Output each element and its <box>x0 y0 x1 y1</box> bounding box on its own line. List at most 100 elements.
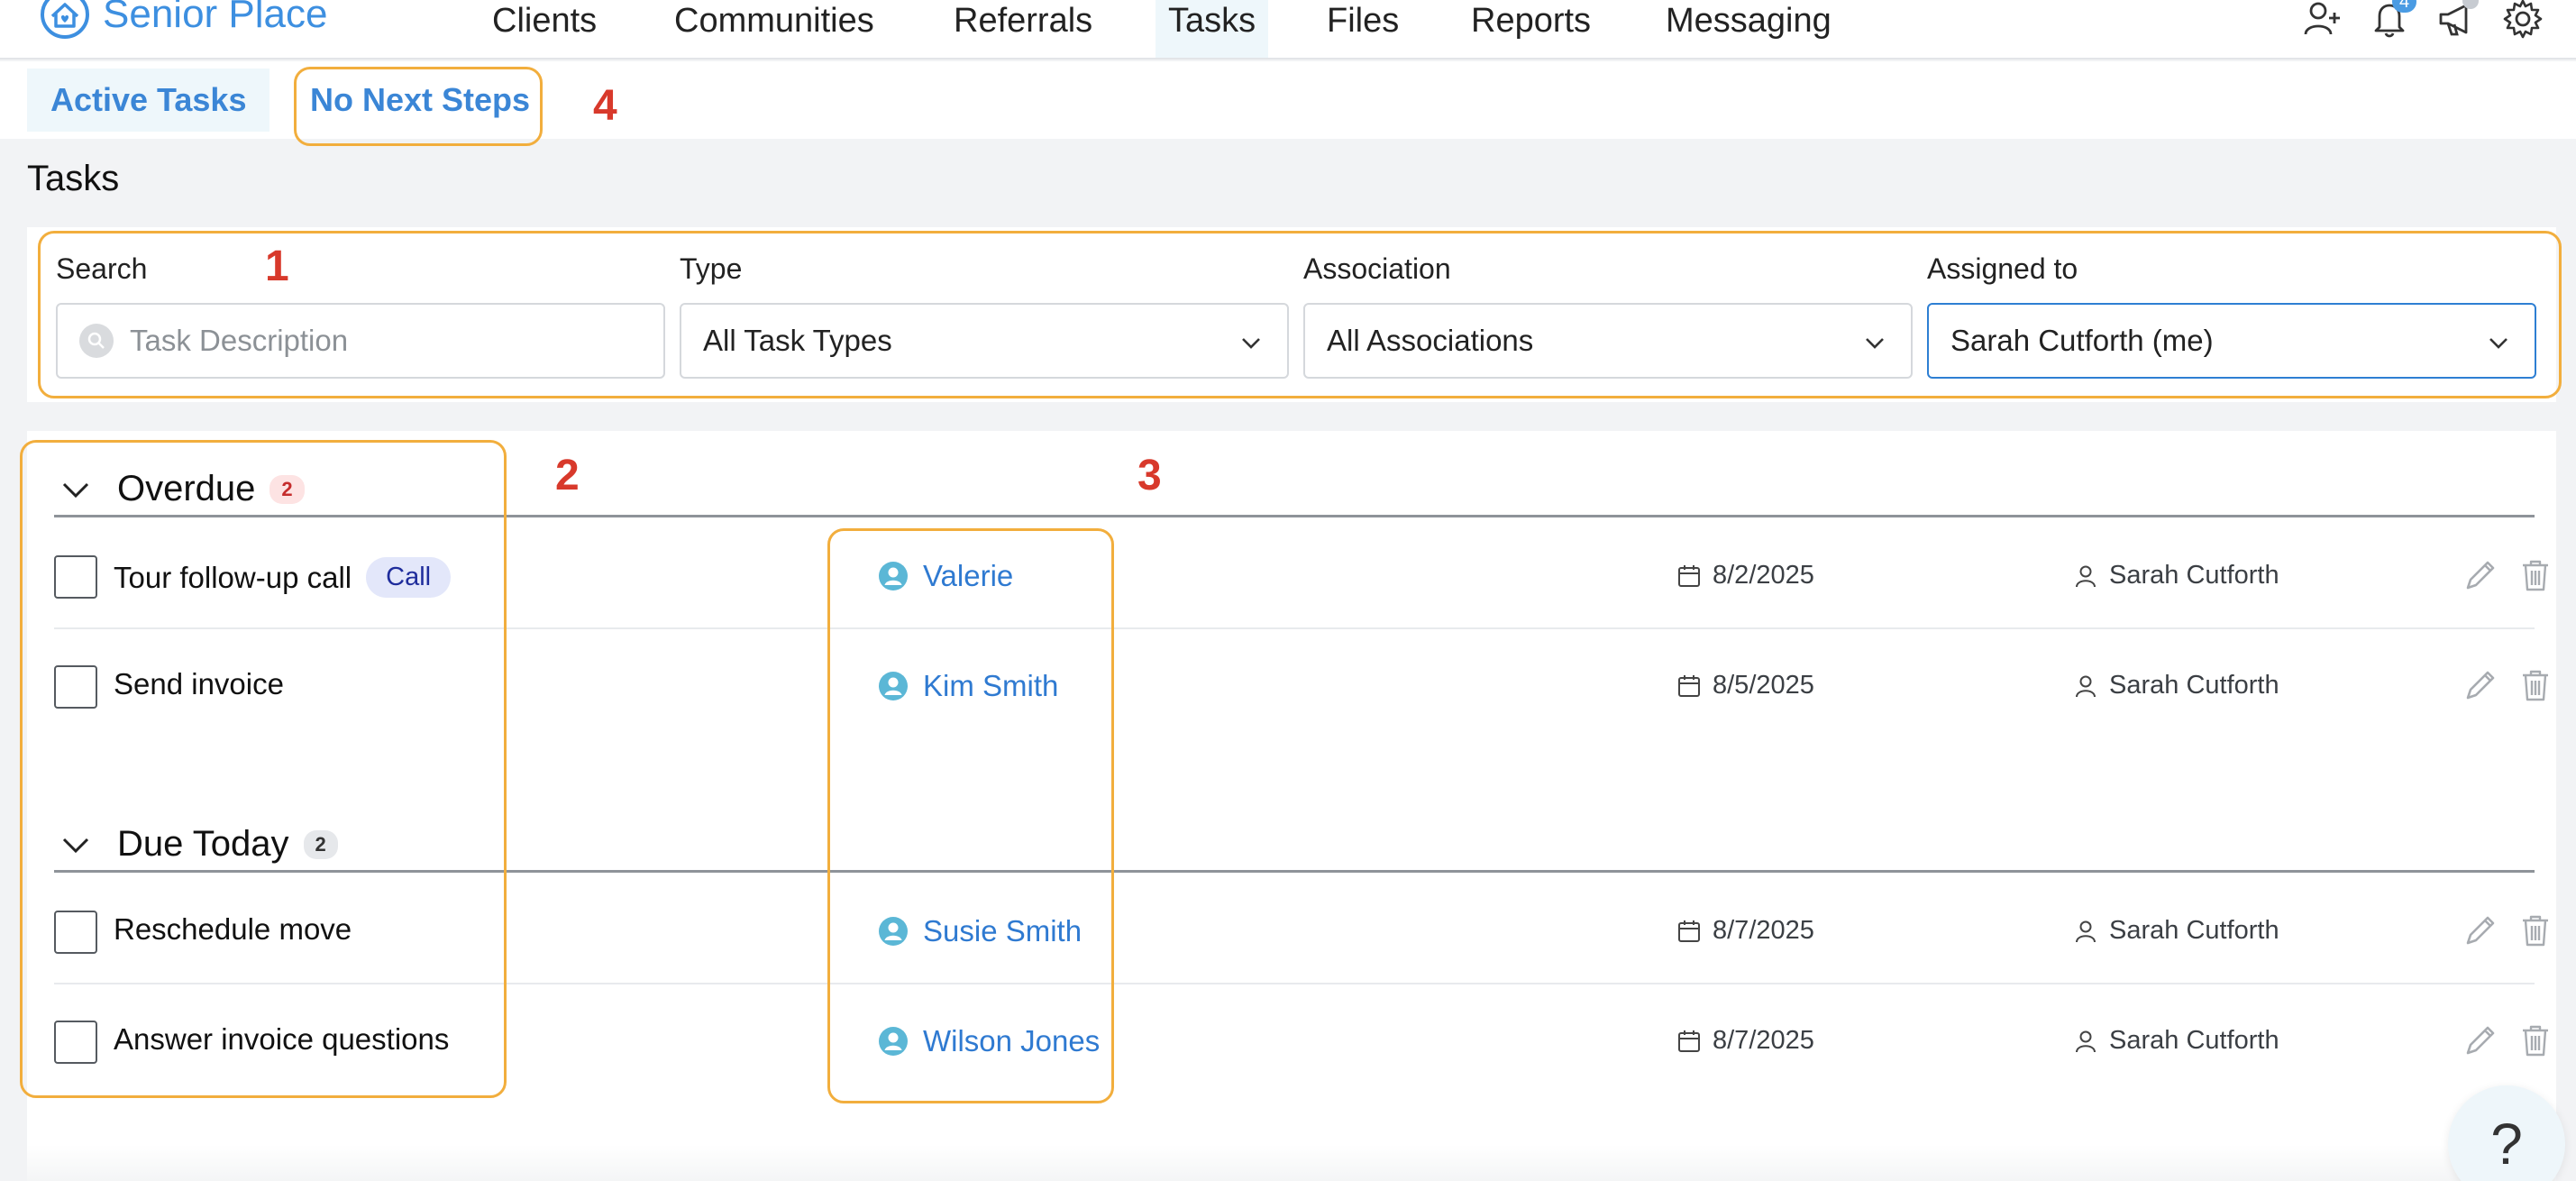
overdue-count-badge: 2 <box>269 474 305 504</box>
association-link[interactable]: Valerie <box>878 559 1013 593</box>
task-title: Tour follow-up call <box>114 560 352 594</box>
task-subtabs: Active Tasks No Next Steps <box>0 61 2576 139</box>
association-select-value: All Associations <box>1327 324 1534 357</box>
task-row: Send invoice Kim Smith 8/5/2025 Sarah Cu… <box>54 629 2548 739</box>
edit-pencil-icon[interactable] <box>2462 912 2498 948</box>
assignee-name: Sarah Cutforth <box>2109 916 2279 945</box>
task-checkbox[interactable] <box>54 1021 97 1064</box>
assignee: Sarah Cutforth <box>2073 561 2279 590</box>
association-name: Valerie <box>923 559 1014 592</box>
association-link[interactable]: Kim Smith <box>878 669 1058 703</box>
edit-pencil-icon[interactable] <box>2462 1022 2498 1058</box>
assigned-filter: Assigned to Sarah Cutforth (me) <box>1927 252 2536 379</box>
nav-tasks[interactable]: Tasks <box>1156 0 1269 58</box>
assignee: Sarah Cutforth <box>2073 671 2279 700</box>
task-row: Tour follow-up call Call Valerie 8/2/202… <box>54 519 2548 629</box>
user-icon <box>2076 920 2096 942</box>
task-type-badge: Call <box>366 557 452 598</box>
section-header-overdue[interactable]: Overdue 2 <box>54 463 2535 517</box>
chevron-down-icon[interactable] <box>59 473 92 506</box>
calendar-icon <box>1678 674 1700 697</box>
task-row: Answer invoice questions Wilson Jones 8/… <box>54 984 2548 1094</box>
nav-clients[interactable]: Clients <box>480 0 609 58</box>
task-checkbox[interactable] <box>54 665 97 709</box>
settings-button[interactable] <box>2502 0 2544 44</box>
annotation-number-3: 3 <box>1137 452 1162 499</box>
tab-no-next-steps[interactable]: No Next Steps <box>287 69 553 132</box>
annotation-number-2: 2 <box>555 452 580 499</box>
tasks-panel: Overdue 2 Tour follow-up call Call Valer… <box>27 431 2556 1181</box>
edit-pencil-icon[interactable] <box>2462 557 2498 593</box>
add-user-button[interactable] <box>2302 0 2343 44</box>
nav-messaging[interactable]: Messaging <box>1653 0 1844 58</box>
trash-icon[interactable] <box>2518 912 2553 948</box>
association-name: Wilson Jones <box>923 1024 1101 1057</box>
page-title: Tasks <box>27 159 120 198</box>
assignee: Sarah Cutforth <box>2073 916 2279 946</box>
edit-pencil-icon[interactable] <box>2462 667 2498 703</box>
association-name: Susie Smith <box>923 914 1082 948</box>
annotation-number-1: 1 <box>265 243 289 290</box>
trash-icon[interactable] <box>2518 557 2553 593</box>
search-box[interactable] <box>56 303 665 379</box>
brand-name: Senior Place <box>103 0 328 36</box>
task-title: Reschedule move <box>114 912 352 946</box>
calendar-icon <box>1678 564 1700 587</box>
top-navigation-bar: Senior Place Clients Communities Referra… <box>0 0 2576 60</box>
due-date-value: 8/2/2025 <box>1713 561 1814 590</box>
assignee-name: Sarah Cutforth <box>2109 561 2279 590</box>
calendar-icon <box>1678 1030 1700 1052</box>
search-icon <box>79 324 114 358</box>
association-link[interactable]: Susie Smith <box>878 914 1082 948</box>
nav-reports[interactable]: Reports <box>1458 0 1603 58</box>
chevron-down-icon[interactable] <box>59 829 92 861</box>
due-date-value: 8/7/2025 <box>1713 1026 1814 1055</box>
assignee: Sarah Cutforth <box>2073 1026 2279 1056</box>
association-select[interactable]: All Associations <box>1303 303 1913 379</box>
task-checkbox[interactable] <box>54 555 97 599</box>
type-filter: Type All Task Types <box>680 252 1289 379</box>
annotation-number-4: 4 <box>593 82 617 130</box>
section-header-due-today[interactable]: Due Today 2 <box>54 819 2535 873</box>
announcements-button[interactable] <box>2435 0 2479 44</box>
chevron-down-icon <box>1242 338 1260 349</box>
chevron-down-icon <box>2489 338 2507 349</box>
search-filter: Search <box>56 252 665 379</box>
due-date: 8/7/2025 <box>1676 1026 1814 1056</box>
due-today-count-badge: 2 <box>303 829 338 859</box>
nav-communities[interactable]: Communities <box>662 0 887 58</box>
due-date-value: 8/7/2025 <box>1713 916 1814 945</box>
bottom-fade <box>27 1145 2556 1181</box>
type-label: Type <box>680 252 743 285</box>
trash-icon[interactable] <box>2518 667 2553 703</box>
assignee-name: Sarah Cutforth <box>2109 1026 2279 1055</box>
nav-icon-group: 4 <box>2302 0 2544 41</box>
tab-active-tasks[interactable]: Active Tasks <box>27 69 270 132</box>
calendar-icon <box>1678 920 1700 942</box>
user-icon <box>2076 675 2096 697</box>
task-row: Reschedule move Susie Smith 8/7/2025 Sar… <box>54 874 2548 984</box>
task-description: Reschedule move <box>114 912 352 947</box>
assigned-select[interactable]: Sarah Cutforth (me) <box>1927 303 2536 379</box>
due-date: 8/7/2025 <box>1676 916 1814 946</box>
brand-logo[interactable]: Senior Place <box>40 0 327 41</box>
notifications-button[interactable]: 4 <box>2369 0 2417 44</box>
person-circle-icon <box>879 1027 908 1056</box>
nav-files[interactable]: Files <box>1314 0 1411 58</box>
search-label: Search <box>56 252 148 285</box>
association-filter: Association All Associations <box>1303 252 1913 379</box>
gear-icon <box>2503 0 2543 38</box>
nav-referrals[interactable]: Referrals <box>941 0 1105 58</box>
type-select[interactable]: All Task Types <box>680 303 1289 379</box>
due-date-value: 8/5/2025 <box>1713 671 1814 700</box>
association-link[interactable]: Wilson Jones <box>878 1024 1100 1058</box>
task-description: Send invoice <box>114 667 284 701</box>
assigned-select-value: Sarah Cutforth (me) <box>1950 324 2214 357</box>
add-user-icon <box>2304 2 2340 34</box>
user-icon <box>2076 565 2096 587</box>
notification-count-badge: 4 <box>2392 0 2417 13</box>
trash-icon[interactable] <box>2518 1022 2553 1058</box>
task-description: Answer invoice questions <box>114 1022 449 1057</box>
search-input[interactable] <box>130 324 635 358</box>
task-checkbox[interactable] <box>54 911 97 954</box>
